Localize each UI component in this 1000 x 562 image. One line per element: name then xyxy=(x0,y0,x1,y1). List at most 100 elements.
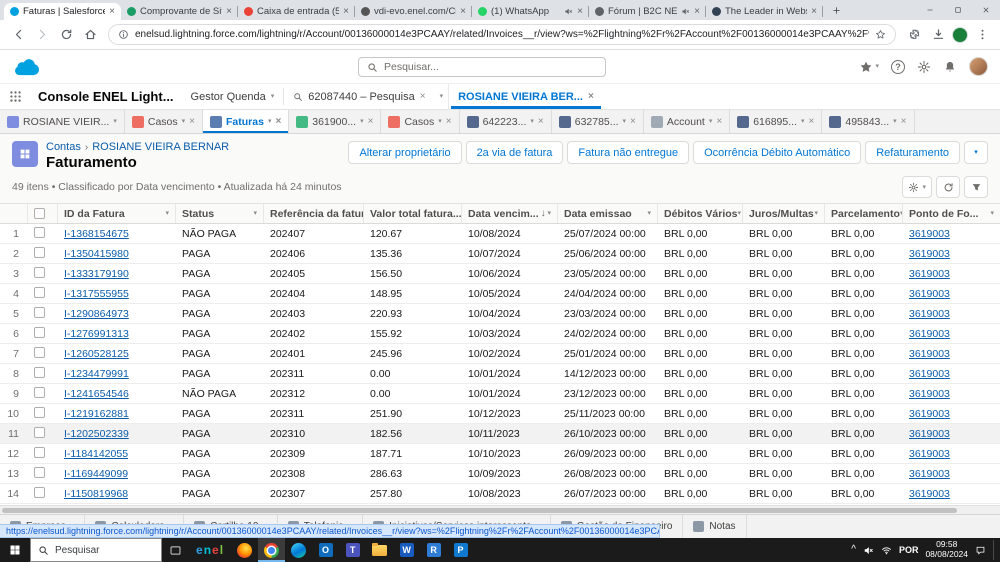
chevron-down-icon[interactable]: ▾ xyxy=(647,210,651,217)
action-button[interactable]: Ocorrência Débito Automático xyxy=(693,141,862,164)
word-taskbar-button[interactable]: W xyxy=(393,538,420,562)
close-window-button[interactable] xyxy=(972,0,1000,20)
site-info-icon[interactable] xyxy=(118,29,129,40)
tab-close-button[interactable]: × xyxy=(588,91,594,102)
minimize-button[interactable] xyxy=(916,0,944,20)
tab-close-button[interactable]: × xyxy=(716,116,722,127)
tab-close-button[interactable]: × xyxy=(901,116,907,127)
row-checkbox[interactable] xyxy=(34,446,45,458)
chevron-down-icon[interactable]: ▾ xyxy=(530,118,534,125)
speaker-muted-icon[interactable] xyxy=(564,7,573,16)
chevron-down-icon[interactable]: ▾ xyxy=(268,118,272,125)
browser-tab[interactable]: Caixa de entrada (5 4...× xyxy=(238,3,355,20)
actions-dropdown-button[interactable]: ▾ xyxy=(964,141,988,164)
invoice-link[interactable]: I-1184142055 xyxy=(64,448,128,460)
invoice-row[interactable]: 11 I-1202502339 PAGA 202310 182.56 10/11/2023… xyxy=(0,424,1000,444)
tab-close-button[interactable]: × xyxy=(694,6,700,17)
bookmark-star-icon[interactable] xyxy=(875,29,886,40)
row-checkbox[interactable] xyxy=(34,266,45,278)
tray-expand-button[interactable]: ^ xyxy=(851,545,856,555)
teams-taskbar-button[interactable]: T xyxy=(339,538,366,562)
invoice-link[interactable]: I-1169449099 xyxy=(64,468,128,480)
taskbar-search-input[interactable] xyxy=(55,544,139,556)
chevron-down-icon[interactable]: ▾ xyxy=(738,210,742,217)
invoice-row[interactable]: 12 I-1184142055 PAGA 202309 187.71 10/10/2023… xyxy=(0,444,1000,464)
invoice-link[interactable]: I-1219162881 xyxy=(64,408,129,420)
console-subtab[interactable]: Faturas ▾ × xyxy=(203,110,290,133)
service-point-link[interactable]: 3619003 xyxy=(909,448,950,460)
column-header[interactable]: Juros/Multas ▾ xyxy=(743,204,825,223)
invoice-row[interactable]: 14 I-1150819968 PAGA 202307 257.80 10/08/2023… xyxy=(0,484,1000,504)
row-checkbox[interactable] xyxy=(34,366,45,378)
tab-close-button[interactable]: × xyxy=(577,6,583,17)
scrollbar-thumb[interactable] xyxy=(2,508,957,513)
chevron-down-icon[interactable]: ▾ xyxy=(990,210,994,217)
browser-tab[interactable]: Faturas | Salesforce × xyxy=(4,3,121,20)
browser-profile-avatar[interactable] xyxy=(952,26,968,43)
service-point-link[interactable]: 3619003 xyxy=(909,408,950,420)
console-subtab[interactable]: 616895... ▾ × xyxy=(730,110,823,133)
invoice-link[interactable]: I-1260528125 xyxy=(64,348,129,360)
invoice-row[interactable]: 9 I-1241654546 NÃO PAGA 202312 0.00 10/01/202… xyxy=(0,384,1000,404)
speaker-muted-icon[interactable] xyxy=(681,7,690,16)
service-point-link[interactable]: 3619003 xyxy=(909,368,950,380)
back-button[interactable] xyxy=(8,25,28,45)
action-button[interactable]: Alterar proprietário xyxy=(348,141,462,164)
invoice-row[interactable]: 7 I-1260528125 PAGA 202401 245.96 10/02/2024 2… xyxy=(0,344,1000,364)
invoice-link[interactable]: I-1276991313 xyxy=(64,328,129,340)
row-checkbox[interactable] xyxy=(34,326,45,338)
workspace-tab-menu[interactable]: ▾ xyxy=(435,84,450,109)
network-icon[interactable] xyxy=(881,545,892,556)
show-desktop-button[interactable] xyxy=(993,540,997,560)
column-header[interactable]: Status ▾ xyxy=(176,204,264,223)
invoice-row[interactable]: 4 I-1317555955 PAGA 202404 148.95 10/05/2024 2… xyxy=(0,284,1000,304)
chevron-down-icon[interactable]: ▾ xyxy=(438,118,442,125)
app-launcher-button[interactable] xyxy=(0,84,30,109)
url-input[interactable] xyxy=(135,29,869,40)
column-header[interactable]: Parcelamento▾ xyxy=(825,204,903,223)
tab-close-button[interactable]: × xyxy=(420,91,426,102)
tab-close-button[interactable]: × xyxy=(811,6,817,17)
column-header[interactable]: Ponto de Fo... ▾ xyxy=(903,204,1000,223)
tab-close-button[interactable]: × xyxy=(538,116,544,127)
breadcrumb-accounts-link[interactable]: Contas xyxy=(46,141,81,153)
row-checkbox[interactable] xyxy=(34,286,45,298)
enel-logo[interactable]: enel xyxy=(188,543,231,557)
tab-close-button[interactable]: × xyxy=(630,116,636,127)
action-center-icon[interactable] xyxy=(975,545,986,556)
edge-taskbar-button[interactable] xyxy=(285,538,312,562)
service-point-link[interactable]: 3619003 xyxy=(909,468,950,480)
service-point-link[interactable]: 3619003 xyxy=(909,348,950,360)
service-point-link[interactable]: 3619003 xyxy=(909,248,950,260)
console-subtab[interactable]: 495843... ▾ × xyxy=(822,110,915,133)
action-button[interactable]: 2a via de fatura xyxy=(465,141,564,164)
file-explorer-taskbar-button[interactable] xyxy=(366,538,393,562)
remote-desktop-taskbar-button[interactable]: R xyxy=(420,538,447,562)
service-point-link[interactable]: 3619003 xyxy=(909,488,950,500)
invoice-link[interactable]: I-1368154675 xyxy=(64,228,129,240)
invoice-row[interactable]: 1 I-1368154675 NÃO PAGA 202407 120.67 10/08/2… xyxy=(0,224,1000,244)
select-all-checkbox[interactable] xyxy=(34,208,45,219)
invoice-link[interactable]: I-1234479991 xyxy=(64,368,129,380)
forward-button[interactable] xyxy=(32,25,52,45)
task-view-button[interactable] xyxy=(162,538,188,562)
notifications-bell-icon[interactable] xyxy=(943,60,957,74)
service-point-link[interactable]: 3619003 xyxy=(909,388,950,400)
new-tab-button[interactable] xyxy=(828,2,844,18)
utility-item[interactable]: Notas xyxy=(683,515,747,538)
refresh-list-button[interactable] xyxy=(936,176,960,198)
chrome-taskbar-button[interactable] xyxy=(258,538,286,562)
start-button[interactable] xyxy=(0,538,30,562)
row-checkbox[interactable] xyxy=(34,226,45,238)
list-settings-button[interactable]: ▾ xyxy=(902,176,932,198)
row-checkbox[interactable] xyxy=(34,486,45,498)
chevron-down-icon[interactable]: ▾ xyxy=(623,118,627,125)
service-point-link[interactable]: 3619003 xyxy=(909,268,950,280)
chevron-down-icon[interactable]: ▾ xyxy=(547,210,551,217)
filter-button[interactable] xyxy=(964,176,988,198)
console-subtab[interactable]: Casos ▾ × xyxy=(381,110,460,133)
console-subtab[interactable]: 642223... ▾ × xyxy=(460,110,552,133)
global-search[interactable] xyxy=(358,57,606,77)
row-checkbox[interactable] xyxy=(34,386,45,398)
tab-close-button[interactable]: × xyxy=(368,116,374,127)
